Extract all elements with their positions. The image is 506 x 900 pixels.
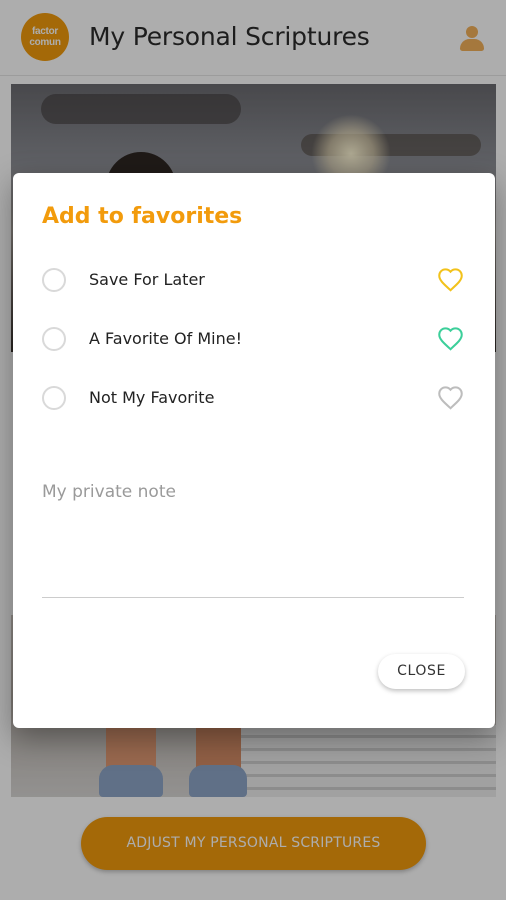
radio-button[interactable] xyxy=(42,386,66,410)
heart-outline-icon[interactable] xyxy=(437,385,464,410)
close-button[interactable]: CLOSE xyxy=(378,654,465,689)
add-to-favorites-dialog: Add to favorites Save For Later A Favori… xyxy=(13,173,495,728)
private-note-field[interactable]: My private note xyxy=(42,478,464,598)
option-a-favorite-of-mine[interactable]: A Favorite Of Mine! xyxy=(13,316,495,360)
option-label: Save For Later xyxy=(89,270,205,289)
radio-button[interactable] xyxy=(42,268,66,292)
heart-outline-icon[interactable] xyxy=(437,267,464,292)
option-save-for-later[interactable]: Save For Later xyxy=(13,257,495,301)
option-label: A Favorite Of Mine! xyxy=(89,329,243,348)
dialog-title: Add to favorites xyxy=(42,204,243,229)
option-label: Not My Favorite xyxy=(89,388,215,407)
option-not-my-favorite[interactable]: Not My Favorite xyxy=(13,375,495,419)
note-placeholder: My private note xyxy=(42,482,176,502)
heart-outline-icon[interactable] xyxy=(437,326,464,351)
radio-button[interactable] xyxy=(42,327,66,351)
